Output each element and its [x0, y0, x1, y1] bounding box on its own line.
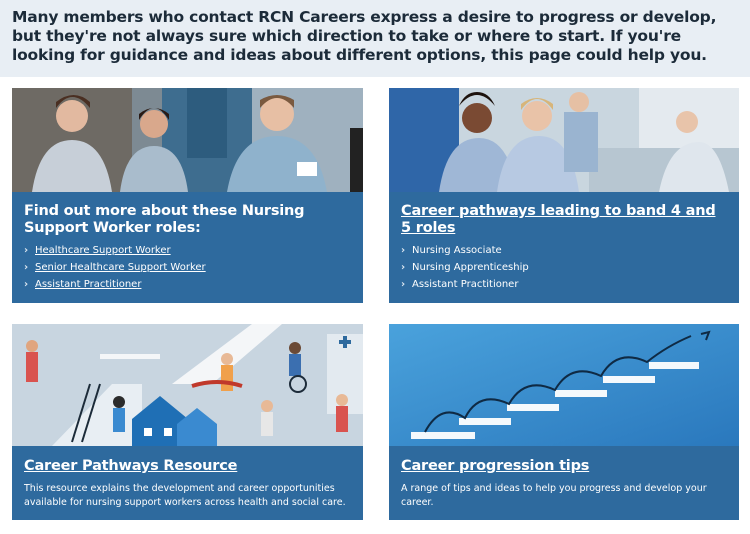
career-pathways-band-4-5-link[interactable]: Career pathways leading to band 4 and 5 …	[401, 203, 729, 237]
card-career-pathways-resource: Career Pathways Resource This resource e…	[12, 324, 363, 520]
healthcare-support-worker-link[interactable]: Healthcare Support Worker	[35, 245, 171, 256]
nursing-apprenticeship-label: Nursing Apprenticeship	[412, 262, 529, 273]
role-list: › Nursing Associate › Nursing Apprenticesh…	[401, 242, 729, 293]
nurses-at-bedside-photo	[389, 88, 739, 192]
card-title: Find out more about these Nursing Suppor…	[24, 203, 305, 236]
list-item[interactable]: › Senior Healthcare Support Worker	[24, 259, 353, 276]
list-item: › Assistant Practitioner	[401, 276, 729, 293]
intro-text: Many members who contact RCN Careers exp…	[12, 8, 717, 64]
chevron-right-icon: ›	[24, 279, 29, 290]
chevron-right-icon: ›	[401, 279, 406, 290]
card-nursing-support-roles: Find out more about these Nursing Suppor…	[12, 88, 363, 303]
assistant-practitioner-label: Assistant Practitioner	[412, 279, 519, 290]
intro-banner: Many members who contact RCN Careers exp…	[0, 0, 750, 77]
chevron-right-icon: ›	[24, 262, 29, 273]
chevron-right-icon: ›	[401, 245, 406, 256]
list-item[interactable]: › Healthcare Support Worker	[24, 242, 353, 259]
card-description: This resource explains the development a…	[24, 483, 346, 508]
list-item[interactable]: › Assistant Practitioner	[24, 276, 353, 293]
care-workers-illustration	[12, 324, 363, 446]
card-band-4-5-pathways: Career pathways leading to band 4 and 5 …	[389, 88, 739, 303]
nurses-smiling-photo	[12, 88, 363, 192]
role-link-list: › Healthcare Support Worker › Senior Healt…	[24, 242, 353, 293]
card-body: Career progression tips A range of tips …	[389, 458, 739, 510]
card-description: A range of tips and ideas to help you pr…	[401, 483, 707, 508]
card-body: Career Pathways Resource This resource e…	[12, 458, 363, 510]
career-progression-tips-link[interactable]: Career progression tips	[401, 458, 729, 475]
senior-healthcare-support-worker-link[interactable]: Senior Healthcare Support Worker	[35, 262, 206, 273]
list-item: › Nursing Apprenticeship	[401, 259, 729, 276]
chevron-right-icon: ›	[24, 245, 29, 256]
card-body: Find out more about these Nursing Suppor…	[12, 203, 363, 293]
ascending-steps-arrow-illustration	[389, 324, 739, 446]
nursing-associate-label: Nursing Associate	[412, 245, 502, 256]
card-body: Career pathways leading to band 4 and 5 …	[389, 203, 739, 293]
assistant-practitioner-link[interactable]: Assistant Practitioner	[35, 279, 141, 290]
card-career-progression-tips: Career progression tips A range of tips …	[389, 324, 739, 520]
list-item: › Nursing Associate	[401, 242, 729, 259]
career-pathways-resource-link[interactable]: Career Pathways Resource	[24, 458, 353, 475]
chevron-right-icon: ›	[401, 262, 406, 273]
